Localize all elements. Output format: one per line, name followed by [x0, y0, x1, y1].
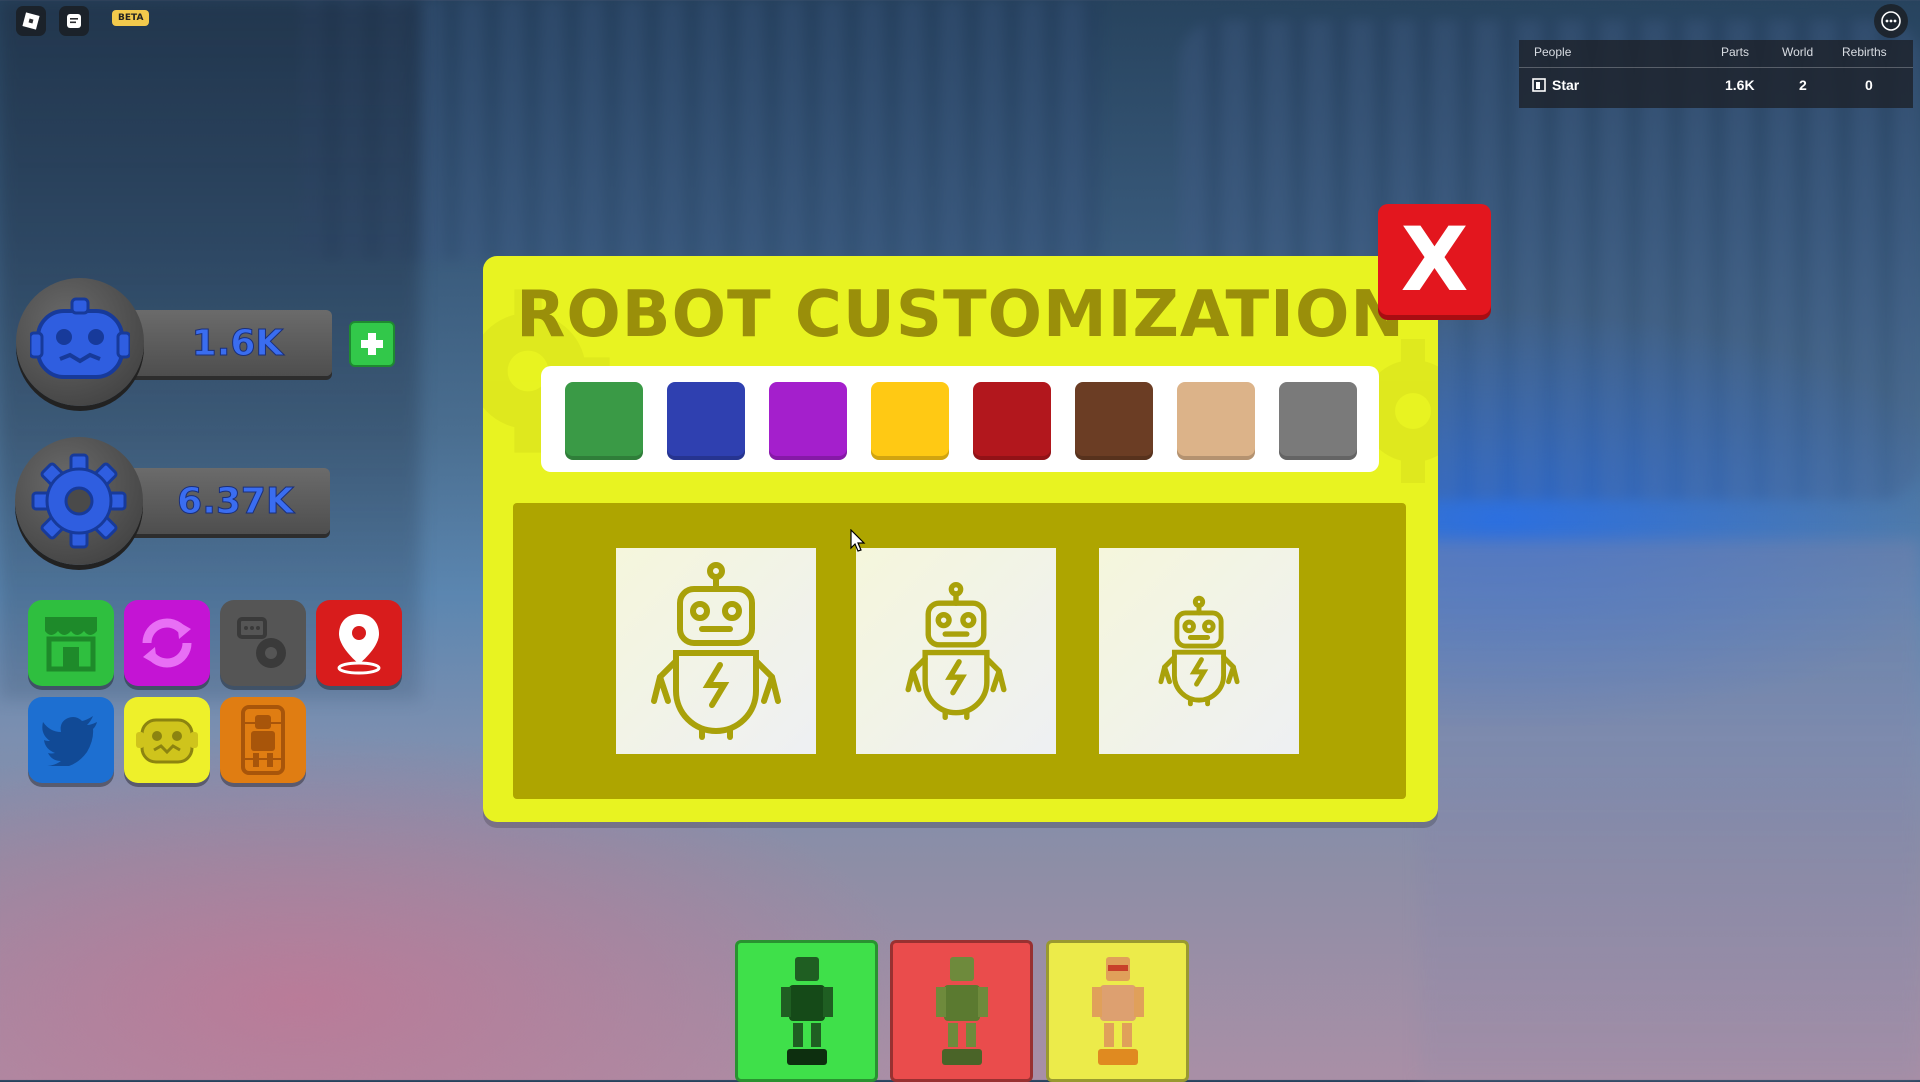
- settings-icon: [237, 617, 286, 668]
- beta-badge: BETA: [112, 10, 150, 26]
- leaderboard-header: People Parts World Rebirths: [1519, 40, 1913, 64]
- rebirth-icon: [142, 618, 192, 668]
- shop-icon: [45, 617, 97, 672]
- robots-stat-value: 1.6K: [191, 322, 284, 364]
- header-world: World: [1782, 45, 1814, 59]
- roblox-logo-icon: [22, 12, 40, 30]
- leaderboard-divider: [1519, 67, 1913, 68]
- robot-tool-icon: [1091, 957, 1144, 1065]
- gear-icon: [31, 453, 127, 549]
- mouse-cursor-icon: [850, 529, 866, 552]
- twitter-icon: [41, 716, 97, 766]
- location-pin-icon: [337, 614, 381, 675]
- gears-stat-badge: [15, 437, 143, 565]
- panel-title: ROBOT CUSTOMIZATION: [516, 278, 1405, 352]
- rebirth-button[interactable]: [124, 600, 210, 686]
- robot-icon: [905, 581, 1007, 721]
- more-icon: [1881, 11, 1901, 31]
- robot-codes-button[interactable]: [124, 697, 210, 783]
- robots-stat-badge: [16, 278, 144, 406]
- chat-button[interactable]: [59, 6, 89, 36]
- more-options-button[interactable]: [1874, 4, 1908, 38]
- color-swatch-yellow[interactable]: [871, 382, 949, 460]
- plus-icon: [361, 333, 383, 355]
- robot-face-icon: [136, 718, 198, 764]
- color-swatch-purple[interactable]: [769, 382, 847, 460]
- shop-button[interactable]: [28, 600, 114, 686]
- leaderboard-row[interactable]: Star 1.6K 2 0: [1519, 70, 1913, 100]
- hotbar-slot-2[interactable]: [890, 940, 1033, 1082]
- robot-icon: [1158, 595, 1240, 707]
- color-swatch-blue[interactable]: [667, 382, 745, 460]
- header-people: People: [1534, 45, 1572, 59]
- robot-capsule-button[interactable]: [220, 697, 306, 783]
- robot-tool-icon: [780, 957, 833, 1065]
- color-swatch-red[interactable]: [973, 382, 1051, 460]
- hotbar-slot-3[interactable]: [1046, 940, 1189, 1082]
- robot-size-large[interactable]: [616, 548, 816, 754]
- teleport-button[interactable]: [316, 600, 402, 686]
- robot-size-medium[interactable]: [856, 548, 1056, 754]
- player-parts: 1.6K: [1725, 77, 1755, 93]
- robot-customization-panel: ROBOT CUSTOMIZATION: [483, 256, 1438, 822]
- robot-capsule-icon: [241, 705, 285, 775]
- player-icon: [1532, 78, 1546, 92]
- hotbar-slot-1[interactable]: [735, 940, 878, 1082]
- color-swatch-green[interactable]: [565, 382, 643, 460]
- roblox-menu-button[interactable]: [16, 6, 46, 36]
- settings-button[interactable]: [220, 600, 306, 686]
- color-swatch-gray[interactable]: [1279, 382, 1357, 460]
- robot-size-area: [513, 503, 1406, 799]
- color-swatch-brown[interactable]: [1075, 382, 1153, 460]
- chat-icon: [67, 14, 81, 28]
- close-button[interactable]: X: [1378, 204, 1491, 315]
- header-parts: Parts: [1721, 45, 1750, 59]
- color-swatch-tan[interactable]: [1177, 382, 1255, 460]
- robot-tool-icon: [935, 957, 988, 1065]
- leaderboard: People Parts World Rebirths Star 1.6K 2 …: [1519, 40, 1913, 108]
- player-world: 2: [1799, 77, 1807, 93]
- robot-size-small[interactable]: [1099, 548, 1299, 754]
- gears-stat-value: 6.37K: [177, 480, 295, 522]
- buy-robots-button[interactable]: [349, 321, 395, 367]
- player-name: Star: [1552, 77, 1580, 93]
- player-rebirths: 0: [1865, 77, 1873, 93]
- robot-head-icon: [30, 297, 130, 379]
- close-icon: X: [1400, 207, 1469, 311]
- color-palette: [541, 366, 1379, 472]
- twitter-button[interactable]: [28, 697, 114, 783]
- header-rebirths: Rebirths: [1842, 45, 1887, 59]
- robot-icon: [651, 562, 781, 740]
